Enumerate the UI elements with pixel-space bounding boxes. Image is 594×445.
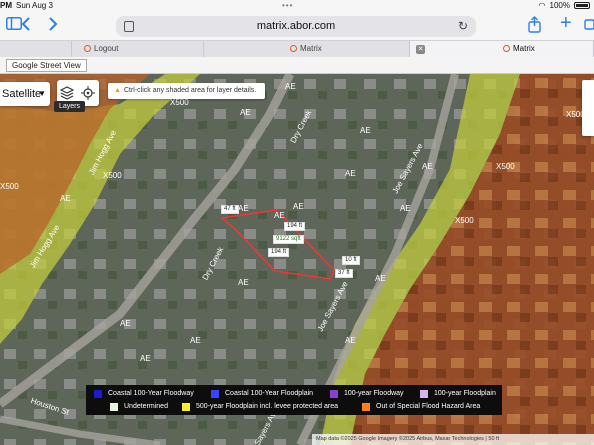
legend-item: 100-year Floodway <box>330 388 404 400</box>
measurement-label: 10 ft <box>342 256 360 265</box>
zone-label: X500 <box>0 182 19 191</box>
new-tab-icon[interactable]: + <box>560 13 572 33</box>
zone-label: AE <box>274 211 285 220</box>
legend-label: 100-year Floodway <box>344 390 404 397</box>
legend-item: Undetermined <box>110 401 168 413</box>
legend-swatch <box>182 403 190 411</box>
legend-label: Out of Special Flood Hazard Area <box>376 403 481 410</box>
browser-toolbar: matrix.abor.com ↻ + <box>0 12 594 40</box>
warning-icon: ▲ <box>114 87 121 94</box>
tab-label: Logout <box>94 44 119 53</box>
legend-swatch <box>110 403 118 411</box>
zone-label: AE <box>190 336 201 345</box>
address-url[interactable]: matrix.abor.com <box>116 20 476 32</box>
flood-map[interactable]: Jim Hogg Ave Jim Hogg Ave Houston St Joe… <box>0 74 594 445</box>
flood-legend: Coastal 100-Year Floodway Coastal 100-Ye… <box>86 385 502 415</box>
legend-swatch <box>330 390 338 398</box>
chevron-down-icon: ▼ <box>38 89 46 98</box>
map-type-label: Satellite <box>2 88 42 100</box>
tab-bar: Logout Matrix ✕ Matrix <box>0 40 594 58</box>
sidebar-icon[interactable] <box>6 17 22 35</box>
legend-item: Out of Special Flood Hazard Area <box>362 401 480 413</box>
tab-matrix-1[interactable]: Matrix <box>204 41 410 58</box>
zone-label: AE <box>60 194 71 203</box>
wifi-icon: ◠ <box>538 1 546 10</box>
tab-label: Matrix <box>513 44 535 53</box>
address-bar[interactable]: matrix.abor.com ↻ <box>116 16 476 37</box>
layers-tooltip: Layers <box>54 101 86 112</box>
legend-swatch <box>420 390 428 398</box>
legend-label: 500-year Floodplain incl. levee protecte… <box>196 403 339 410</box>
status-bar: PM Sun Aug 3 ••• ◠ 100% <box>0 0 594 12</box>
tab-matrix-active[interactable]: ✕ Matrix <box>410 41 594 58</box>
zone-label: AE <box>360 126 371 135</box>
tab-favicon-icon <box>84 45 91 52</box>
zone-label: AE <box>238 204 249 213</box>
zone-label: AE <box>375 274 386 283</box>
zoom-control[interactable] <box>582 80 594 136</box>
tab-favicon-icon <box>290 45 297 52</box>
battery-icon <box>574 2 590 9</box>
zone-label: AE <box>422 162 433 171</box>
zone-label: AE <box>120 319 131 328</box>
zone-label: X500 <box>455 216 474 225</box>
legend-swatch <box>211 390 219 398</box>
legend-label: 100-year Floodplain <box>434 390 496 397</box>
zone-label: X500 <box>103 171 122 180</box>
map-type-select[interactable]: Satellite ▼ <box>0 82 50 106</box>
map-hint-text: Ctrl-click any shaded area for layer det… <box>123 87 257 94</box>
forward-icon[interactable] <box>48 16 58 37</box>
zone-label: AE <box>238 278 249 287</box>
legend-item: Coastal 100-Year Floodplain <box>211 388 313 400</box>
zone-label: X500 <box>496 162 515 171</box>
legend-label: Coastal 100-Year Floodplain <box>225 390 314 397</box>
legend-item: 100-year Floodplain <box>420 388 496 400</box>
zone-label: AE <box>345 169 356 178</box>
parcel-area-label: 9122 sqft <box>273 235 304 244</box>
close-tab-icon[interactable]: ✕ <box>416 45 425 54</box>
measurement-label: 194 ft <box>284 222 306 231</box>
google-street-view-button[interactable]: Google Street View <box>6 59 87 72</box>
status-time: PM <box>0 1 12 10</box>
multitask-dots[interactable]: ••• <box>282 1 293 10</box>
tab-blank[interactable] <box>0 41 72 58</box>
zone-label: AE <box>293 202 304 211</box>
map-attribution: Map data ©2025 Google Imagery ©2025 Airb… <box>312 434 594 445</box>
map-controls-bar: Google Street View <box>0 57 594 74</box>
zone-label: AE <box>140 354 151 363</box>
legend-swatch <box>94 390 102 398</box>
battery-percent: 100% <box>549 1 570 10</box>
measurement-label: 47 ft <box>221 205 239 214</box>
legend-label: Undetermined <box>124 403 168 410</box>
zone-label: X500 <box>170 98 189 107</box>
measurement-label: 37 ft <box>335 269 353 278</box>
status-date: Sun Aug 3 <box>16 1 53 10</box>
tabs-icon[interactable] <box>584 16 594 35</box>
legend-item: 500-year Floodplain incl. levee protecte… <box>182 401 338 413</box>
map-hint: ▲ Ctrl-click any shaded area for layer de… <box>108 83 265 99</box>
reload-icon[interactable]: ↻ <box>458 19 468 33</box>
tab-label: Matrix <box>300 44 322 53</box>
tab-favicon-icon <box>503 45 510 52</box>
legend-item: Coastal 100-Year Floodway <box>94 388 194 400</box>
zone-label: AE <box>345 336 356 345</box>
zone-label: AE <box>240 108 251 117</box>
tab-logout[interactable]: Logout <box>72 41 204 58</box>
zone-label: AE <box>400 204 411 213</box>
legend-label: Coastal 100-Year Floodway <box>108 390 194 397</box>
zone-label: AE <box>285 82 296 91</box>
back-icon[interactable] <box>21 16 31 37</box>
share-icon[interactable] <box>528 16 541 38</box>
measurement-label: 194 ft <box>268 248 290 257</box>
legend-swatch <box>362 403 370 411</box>
